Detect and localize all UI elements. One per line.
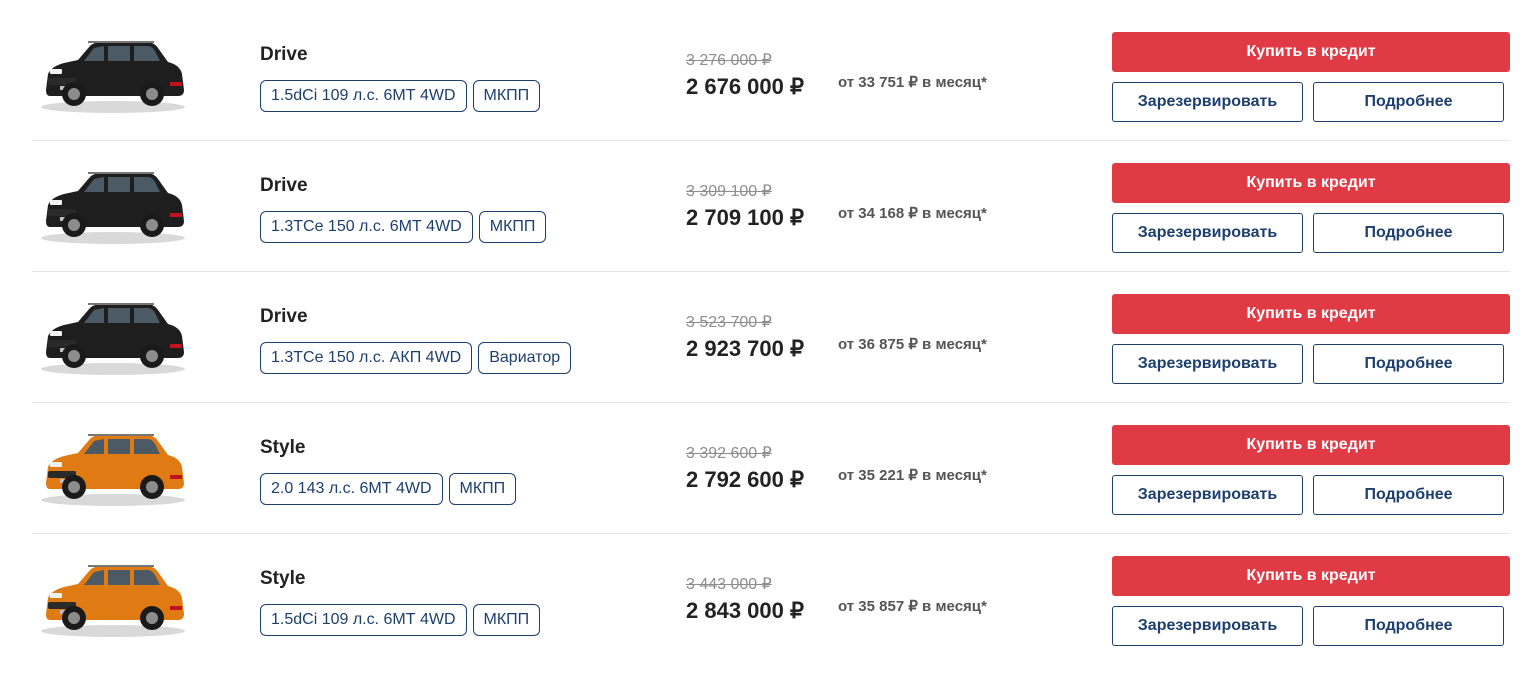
spec-tags: 1.5dCi 109 л.с. 6МТ 4WD МКПП	[260, 604, 541, 636]
reserve-button[interactable]: Зарезервировать	[1112, 213, 1303, 253]
monthly-payment: от 35 221 ₽ в месяц*	[838, 467, 987, 484]
monthly-payment: от 33 751 ₽ в месяц*	[838, 74, 987, 91]
trim-name: Drive	[260, 306, 308, 327]
offer-row: Drive 1.3TCe 150 л.с. 6МТ 4WD МКПП 3 309…	[32, 141, 1510, 272]
spec-tags: 2.0 143 л.с. 6МТ 4WD МКПП	[260, 473, 517, 505]
transmission-tag: МКПП	[448, 473, 517, 505]
monthly-payment: от 35 857 ₽ в месяц*	[838, 598, 987, 615]
engine-tag: 2.0 143 л.с. 6МТ 4WD	[260, 473, 443, 505]
engine-tag: 1.3TCe 150 л.с. АКП 4WD	[260, 342, 473, 374]
car-image[interactable]	[38, 292, 188, 378]
price: 2 676 000 ₽	[686, 74, 804, 99]
old-price: 3 309 100 ₽	[686, 183, 772, 200]
engine-tag: 1.5dCi 109 л.с. 6МТ 4WD	[260, 604, 467, 636]
buy-on-credit-button[interactable]: Купить в кредит	[1112, 294, 1510, 334]
transmission-tag: МКПП	[472, 80, 541, 112]
trim-name: Drive	[260, 175, 308, 196]
price: 2 792 600 ₽	[686, 467, 804, 492]
price: 2 709 100 ₽	[686, 205, 804, 230]
monthly-payment: от 34 168 ₽ в месяц*	[838, 205, 987, 222]
buy-on-credit-button[interactable]: Купить в кредит	[1112, 32, 1510, 72]
spec-tags: 1.3TCe 150 л.с. 6МТ 4WD МКПП	[260, 211, 547, 243]
transmission-tag: МКПП	[478, 211, 547, 243]
buy-on-credit-button[interactable]: Купить в кредит	[1112, 425, 1510, 465]
spec-tags: 1.5dCi 109 л.с. 6МТ 4WD МКПП	[260, 80, 541, 112]
old-price: 3 523 700 ₽	[686, 314, 772, 331]
engine-tag: 1.3TCe 150 л.с. 6МТ 4WD	[260, 211, 473, 243]
reserve-button[interactable]: Зарезервировать	[1112, 606, 1303, 646]
price: 2 843 000 ₽	[686, 598, 804, 623]
trim-name: Drive	[260, 44, 308, 65]
offer-row: Drive 1.5dCi 109 л.с. 6МТ 4WD МКПП 3 276…	[32, 10, 1510, 141]
spec-tags: 1.3TCe 150 л.с. АКП 4WD Вариатор	[260, 342, 572, 374]
transmission-tag: МКПП	[472, 604, 541, 636]
reserve-button[interactable]: Зарезервировать	[1112, 475, 1303, 515]
details-button[interactable]: Подробнее	[1313, 475, 1504, 515]
buy-on-credit-button[interactable]: Купить в кредит	[1112, 556, 1510, 596]
monthly-payment: от 36 875 ₽ в месяц*	[838, 336, 987, 353]
old-price: 3 443 000 ₽	[686, 576, 772, 593]
trim-name: Style	[260, 437, 306, 458]
car-image[interactable]	[38, 30, 188, 116]
price: 2 923 700 ₽	[686, 336, 804, 361]
offer-row: Style 2.0 143 л.с. 6МТ 4WD МКПП 3 392 60…	[32, 403, 1510, 534]
details-button[interactable]: Подробнее	[1313, 213, 1504, 253]
details-button[interactable]: Подробнее	[1313, 606, 1504, 646]
old-price: 3 392 600 ₽	[686, 445, 772, 462]
car-image[interactable]	[38, 423, 188, 509]
car-image[interactable]	[38, 161, 188, 247]
car-image[interactable]	[38, 554, 188, 640]
engine-tag: 1.5dCi 109 л.с. 6МТ 4WD	[260, 80, 467, 112]
offer-row: Style 1.5dCi 109 л.с. 6МТ 4WD МКПП 3 443…	[32, 534, 1510, 664]
old-price: 3 276 000 ₽	[686, 52, 772, 69]
details-button[interactable]: Подробнее	[1313, 82, 1504, 122]
buy-on-credit-button[interactable]: Купить в кредит	[1112, 163, 1510, 203]
transmission-tag: Вариатор	[478, 342, 572, 374]
offer-list: Drive 1.5dCi 109 л.с. 6МТ 4WD МКПП 3 276…	[32, 10, 1510, 664]
reserve-button[interactable]: Зарезервировать	[1112, 82, 1303, 122]
trim-name: Style	[260, 568, 306, 589]
details-button[interactable]: Подробнее	[1313, 344, 1504, 384]
reserve-button[interactable]: Зарезервировать	[1112, 344, 1303, 384]
offer-row: Drive 1.3TCe 150 л.с. АКП 4WD Вариатор 3…	[32, 272, 1510, 403]
